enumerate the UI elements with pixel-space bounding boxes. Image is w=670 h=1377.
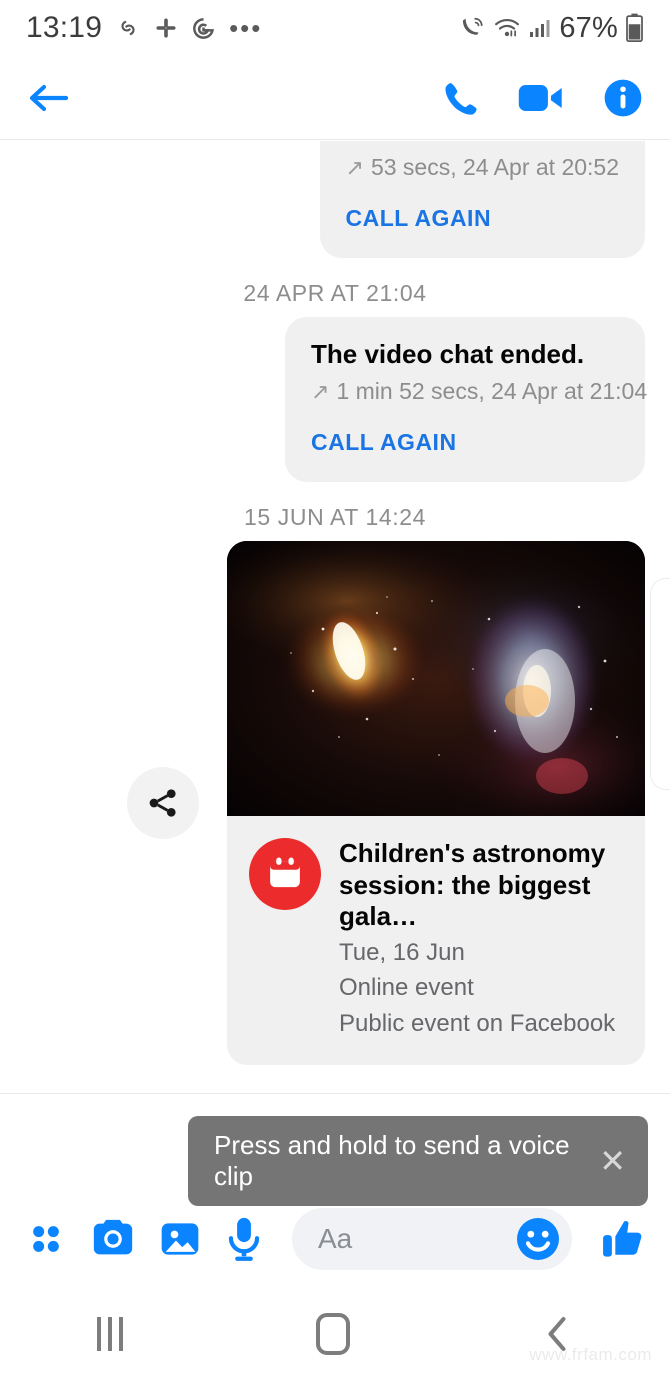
cellular-signal-icon <box>528 16 552 40</box>
google-icon <box>191 16 216 41</box>
message-row: The video chat ended. ↗ 1 min 52 secs, 2… <box>0 317 670 482</box>
composer-area: Press and hold to send a voice clip ✕ Aa <box>0 1093 670 1290</box>
event-share-card[interactable]: Children's astronomy session: the bigges… <box>227 541 645 1065</box>
call-event-duration: 53 secs, 24 Apr at 20:52 <box>370 154 619 180</box>
wifi-icon <box>493 15 521 41</box>
status-bar: 13:19 ••• 67% <box>0 0 670 56</box>
event-details: Children's astronomy session: the bigges… <box>227 816 645 1065</box>
call-again-button[interactable]: CALL AGAIN <box>311 429 619 456</box>
share-icon <box>149 789 176 817</box>
recents-button[interactable] <box>96 1316 123 1351</box>
tooltip-pointer <box>268 1180 298 1196</box>
offscreen-card-edge <box>650 578 670 790</box>
message-input[interactable]: Aa <box>292 1208 572 1270</box>
gallery-button[interactable] <box>158 1217 202 1261</box>
event-source: Public event on Facebook <box>339 1009 616 1037</box>
loop-icon <box>115 15 141 41</box>
message-row: The video chat ended. ↗ 53 secs, 24 Apr … <box>0 141 670 258</box>
watermark: www.frfam.com <box>529 1345 652 1364</box>
like-button[interactable] <box>600 1216 646 1262</box>
event-date: Tue, 16 Jun <box>339 939 465 967</box>
event-location: Online event <box>339 974 474 1002</box>
chat-scroll-area[interactable]: The video chat ended. ↗ 53 secs, 24 Apr … <box>0 141 670 1093</box>
voice-call-button[interactable] <box>440 78 480 118</box>
battery-percent: 67% <box>559 11 618 44</box>
voice-clip-button[interactable] <box>224 1216 264 1262</box>
call-event-bubble[interactable]: The video chat ended. ↗ 1 min 52 secs, 2… <box>285 317 647 482</box>
day-separator: 15 JUN AT 14:24 <box>243 504 427 530</box>
status-time: 13:19 <box>26 11 103 44</box>
home-button[interactable] <box>315 1312 350 1355</box>
day-separator: 24 APR AT 21:04 <box>243 280 427 306</box>
back-button[interactable] <box>26 80 70 116</box>
wifi-calling-icon <box>460 15 486 41</box>
message-input-placeholder: Aa <box>318 1223 353 1254</box>
call-event-meta: ↗ 53 secs, 24 Apr at 20:52 <box>346 154 620 181</box>
overflow-dots-icon: ••• <box>229 13 263 43</box>
conversation-info-button[interactable] <box>602 77 644 119</box>
composer-bar: Aa <box>0 1208 670 1270</box>
event-title: Children's astronomy session: the bigges… <box>339 838 606 932</box>
app-bar <box>0 56 670 140</box>
app-bar-actions <box>440 77 644 119</box>
status-bar-right: 67% <box>460 12 644 45</box>
battery-icon <box>625 13 644 43</box>
voice-clip-tooltip: Press and hold to send a voice clip ✕ <box>188 1116 648 1206</box>
phone-screen: 13:19 ••• 67% ↗ 53 secs, 24 Apr at 20:52… <box>0 0 670 1377</box>
video-call-button[interactable] <box>518 81 564 115</box>
call-again-button[interactable]: CALL AGAIN <box>346 205 620 232</box>
event-cover-photo <box>227 541 645 841</box>
slack-icon <box>154 16 178 40</box>
call-event-title: The video chat ended. <box>311 339 585 369</box>
outgoing-call-arrow-icon: ↗ <box>311 378 330 404</box>
outgoing-call-arrow-icon: ↗ <box>345 154 364 180</box>
camera-button[interactable] <box>90 1217 136 1261</box>
call-event-title: The video chat ended. <box>346 141 620 146</box>
status-bar-left: 13:19 ••• <box>26 11 262 45</box>
more-apps-button[interactable] <box>24 1217 68 1261</box>
calendar-icon <box>249 838 321 910</box>
share-button[interactable] <box>127 766 199 839</box>
call-event-bubble[interactable]: The video chat ended. ↗ 53 secs, 24 Apr … <box>319 141 645 258</box>
call-event-duration: 1 min 52 secs, 24 Apr at 21:04 <box>336 378 648 404</box>
emoji-button[interactable] <box>514 1215 562 1263</box>
call-event-meta: ↗ 1 min 52 secs, 24 Apr at 21:04 <box>311 378 647 405</box>
event-message-row: Children's astronomy session: the bigges… <box>0 541 670 1065</box>
event-text-block: Children's astronomy session: the bigges… <box>339 838 623 1039</box>
tooltip-close-button[interactable]: ✕ <box>593 1145 632 1177</box>
